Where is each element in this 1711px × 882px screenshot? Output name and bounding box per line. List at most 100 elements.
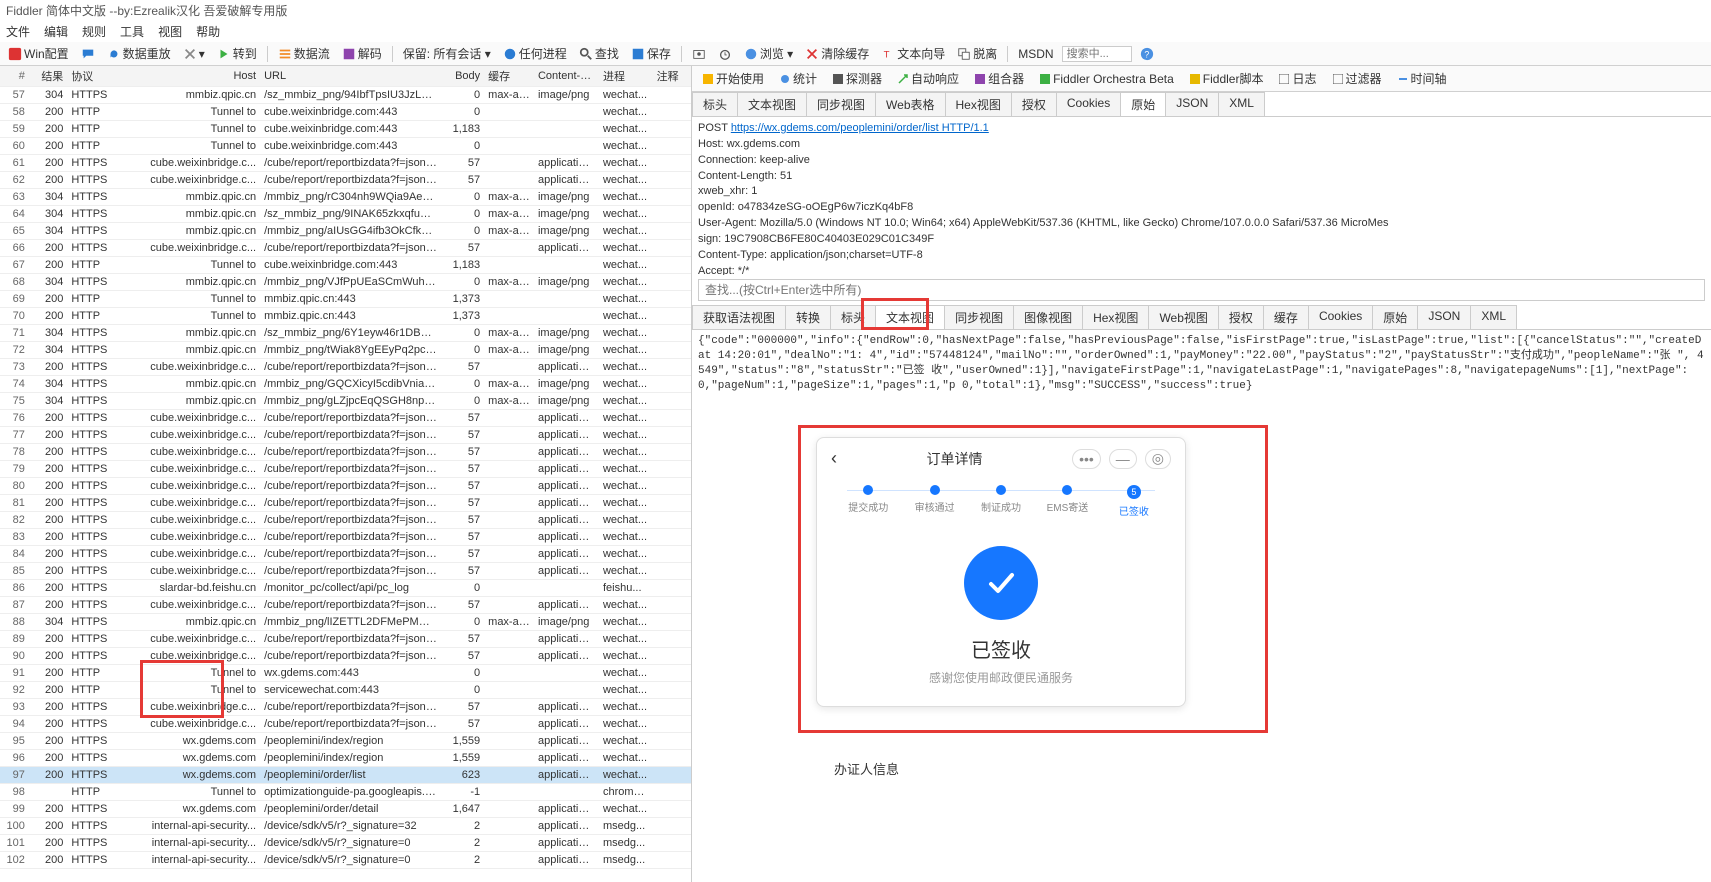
session-row[interactable]: 96200HTTPSwx.gdems.com/peoplemini/index/…	[0, 750, 691, 767]
tab-get-started[interactable]: 开始使用	[698, 69, 769, 88]
response-text-view[interactable]: {"code":"000000","info":{"endRow":0,"has…	[692, 330, 1711, 397]
resptab-textview0[interactable]: 标头	[830, 305, 876, 329]
session-row[interactable]: 61200HTTPScube.weixinbridge.c.../cube/re…	[0, 155, 691, 172]
session-row[interactable]: 57304HTTPSmmbiz.qpic.cn/sz_mmbiz_png/94I…	[0, 87, 691, 104]
sessions-grid[interactable]: 57304HTTPSmmbiz.qpic.cn/sz_mmbiz_png/94I…	[0, 87, 691, 882]
session-row[interactable]: 93200HTTPScube.weixinbridge.c.../cube/re…	[0, 699, 691, 716]
tab-fiddlerscript[interactable]: Fiddler脚本	[1185, 69, 1269, 88]
session-row[interactable]: 94200HTTPScube.weixinbridge.c.../cube/re…	[0, 716, 691, 733]
reqtab-hexview[interactable]: Hex视图	[945, 92, 1012, 116]
session-row[interactable]: 87200HTTPScube.weixinbridge.c.../cube/re…	[0, 597, 691, 614]
reqtab-xml[interactable]: XML	[1218, 92, 1265, 116]
resptab-transformer[interactable]: 获取语法视图	[692, 305, 786, 329]
session-row[interactable]: 82200HTTPScube.weixinbridge.c.../cube/re…	[0, 512, 691, 529]
session-row[interactable]: 74304HTTPSmmbiz.qpic.cn/mmbiz_png/GQCXic…	[0, 376, 691, 393]
minimize-icon[interactable]: —	[1109, 449, 1137, 469]
session-row[interactable]: 86200HTTPSslardar-bd.feishu.cn/monitor_p…	[0, 580, 691, 597]
keep-sessions-button[interactable]: 保留: 所有会话 ▾	[399, 44, 495, 63]
session-row[interactable]: 67200HTTPTunnel tocube.weixinbridge.com:…	[0, 257, 691, 274]
col-result[interactable]: 结果	[29, 66, 67, 86]
session-row[interactable]: 58200HTTPTunnel tocube.weixinbridge.com:…	[0, 104, 691, 121]
stream-button[interactable]: 数据流	[274, 44, 334, 63]
resptab-headers[interactable]: 转换	[785, 305, 831, 329]
session-row[interactable]: 88304HTTPSmmbiz.qpic.cn/mmbiz_png/lIZETT…	[0, 614, 691, 631]
session-row[interactable]: 102200HTTPSinternal-api-security.../devi…	[0, 852, 691, 869]
session-row[interactable]: 68304HTTPSmmbiz.qpic.cn/mmbiz_png/VJfPpU…	[0, 274, 691, 291]
col-process[interactable]: 进程	[599, 66, 653, 86]
session-row[interactable]: 97200HTTPSwx.gdems.com/peoplemini/order/…	[0, 767, 691, 784]
find-button[interactable]: 查找	[575, 44, 623, 63]
session-row[interactable]: 95200HTTPSwx.gdems.com/peoplemini/index/…	[0, 733, 691, 750]
resptab-cookies[interactable]: Cookies	[1308, 305, 1373, 329]
col-content-type[interactable]: Content-Type	[534, 68, 599, 84]
session-row[interactable]: 101200HTTPSinternal-api-security.../devi…	[0, 835, 691, 852]
resptab-json[interactable]: JSON	[1417, 305, 1471, 329]
session-row[interactable]: 81200HTTPScube.weixinbridge.c.../cube/re…	[0, 495, 691, 512]
session-row[interactable]: 63304HTTPSmmbiz.qpic.cn/mmbiz_png/rC304n…	[0, 189, 691, 206]
resptab-hexview[interactable]: Hex视图	[1082, 305, 1149, 329]
resptab-webview[interactable]: Web视图	[1148, 305, 1218, 329]
resptab-imageview[interactable]: 图像视图	[1013, 305, 1083, 329]
reqtab-cookies[interactable]: Cookies	[1056, 92, 1121, 116]
tab-inspectors[interactable]: 探测器	[828, 69, 887, 88]
reqtab-raw[interactable]: 原始	[1120, 92, 1166, 116]
resptab-raw[interactable]: 原始	[1372, 305, 1418, 329]
save-button[interactable]: 保存	[627, 44, 675, 63]
tab-composer[interactable]: 组合器	[970, 69, 1029, 88]
back-icon[interactable]: ‹	[831, 448, 837, 469]
col-protocol[interactable]: 协议	[67, 66, 117, 86]
resptab-auth[interactable]: 授权	[1218, 305, 1264, 329]
col-body[interactable]: Body	[441, 68, 484, 84]
col-comment[interactable]: 注释	[653, 66, 691, 86]
session-row[interactable]: 99200HTTPSwx.gdems.com/peoplemini/order/…	[0, 801, 691, 818]
session-row[interactable]: 92200HTTPTunnel toservicewechat.com:4430…	[0, 682, 691, 699]
session-row[interactable]: 76200HTTPScube.weixinbridge.c.../cube/re…	[0, 410, 691, 427]
quickfind-input[interactable]	[699, 280, 1704, 300]
session-row[interactable]: 71304HTTPSmmbiz.qpic.cn/sz_mmbiz_png/6Y1…	[0, 325, 691, 342]
session-row[interactable]: 65304HTTPSmmbiz.qpic.cn/mmbiz_png/aIUsGG…	[0, 223, 691, 240]
reqtab-headers[interactable]: 标头	[692, 92, 738, 116]
menu-file[interactable]: 文件	[6, 23, 30, 40]
screenshot-button[interactable]	[688, 46, 710, 62]
session-row[interactable]: 77200HTTPScube.weixinbridge.c.../cube/re…	[0, 427, 691, 444]
session-row[interactable]: 73200HTTPScube.weixinbridge.c.../cube/re…	[0, 359, 691, 376]
reqtab-textview[interactable]: 文本视图	[737, 92, 807, 116]
msdn-search-input[interactable]	[1062, 46, 1132, 62]
session-row[interactable]: 78200HTTPScube.weixinbridge.c.../cube/re…	[0, 444, 691, 461]
winconfig-button[interactable]: Win配置	[4, 44, 73, 63]
browse-button[interactable]: 浏览 ▾	[740, 44, 797, 63]
col-cache[interactable]: 缓存	[484, 66, 534, 86]
request-url-link[interactable]: https://wx.gdems.com/peoplemini/order/li…	[731, 122, 989, 134]
remove-button[interactable]: ▾	[179, 46, 209, 62]
more-icon[interactable]: •••	[1072, 449, 1101, 469]
session-row[interactable]: 84200HTTPScube.weixinbridge.c.../cube/re…	[0, 546, 691, 563]
menu-help[interactable]: 帮助	[196, 23, 220, 40]
session-row[interactable]: 98HTTPTunnel tooptimizationguide-pa.goog…	[0, 784, 691, 801]
tab-orchestra[interactable]: Fiddler Orchestra Beta	[1035, 69, 1179, 88]
timer-button[interactable]	[714, 46, 736, 62]
session-row[interactable]: 80200HTTPScube.weixinbridge.c.../cube/re…	[0, 478, 691, 495]
reqtab-json[interactable]: JSON	[1165, 92, 1219, 116]
menu-edit[interactable]: 编辑	[44, 23, 68, 40]
go-button[interactable]: 转到	[213, 44, 261, 63]
target-icon[interactable]: ◎	[1145, 449, 1171, 469]
menu-tools[interactable]: 工具	[120, 23, 144, 40]
menu-rules[interactable]: 规则	[82, 23, 106, 40]
tab-log[interactable]: 日志	[1274, 69, 1321, 88]
resptab-textview[interactable]: 文本视图	[875, 305, 945, 329]
col-host[interactable]: Host	[117, 68, 260, 84]
session-row[interactable]: 72304HTTPSmmbiz.qpic.cn/mmbiz_png/tWiak8…	[0, 342, 691, 359]
reqtab-auth[interactable]: 授权	[1011, 92, 1057, 116]
reqtab-syntaxview[interactable]: 同步视图	[806, 92, 876, 116]
resptab-syntaxview[interactable]: 同步视图	[944, 305, 1014, 329]
session-row[interactable]: 66200HTTPScube.weixinbridge.c.../cube/re…	[0, 240, 691, 257]
col-url[interactable]: URL	[260, 68, 441, 84]
tearoff-button[interactable]: 脱离	[953, 44, 1001, 63]
textwizard-button[interactable]: T文本向导	[877, 44, 949, 63]
session-row[interactable]: 69200HTTPTunnel tommbiz.qpic.cn:4431,373…	[0, 291, 691, 308]
any-process-button[interactable]: 任何进程	[499, 44, 571, 63]
comment-button[interactable]	[77, 46, 99, 62]
clear-cache-button[interactable]: 清除缓存	[801, 44, 873, 63]
session-row[interactable]: 62200HTTPScube.weixinbridge.c.../cube/re…	[0, 172, 691, 189]
session-row[interactable]: 90200HTTPScube.weixinbridge.c.../cube/re…	[0, 648, 691, 665]
